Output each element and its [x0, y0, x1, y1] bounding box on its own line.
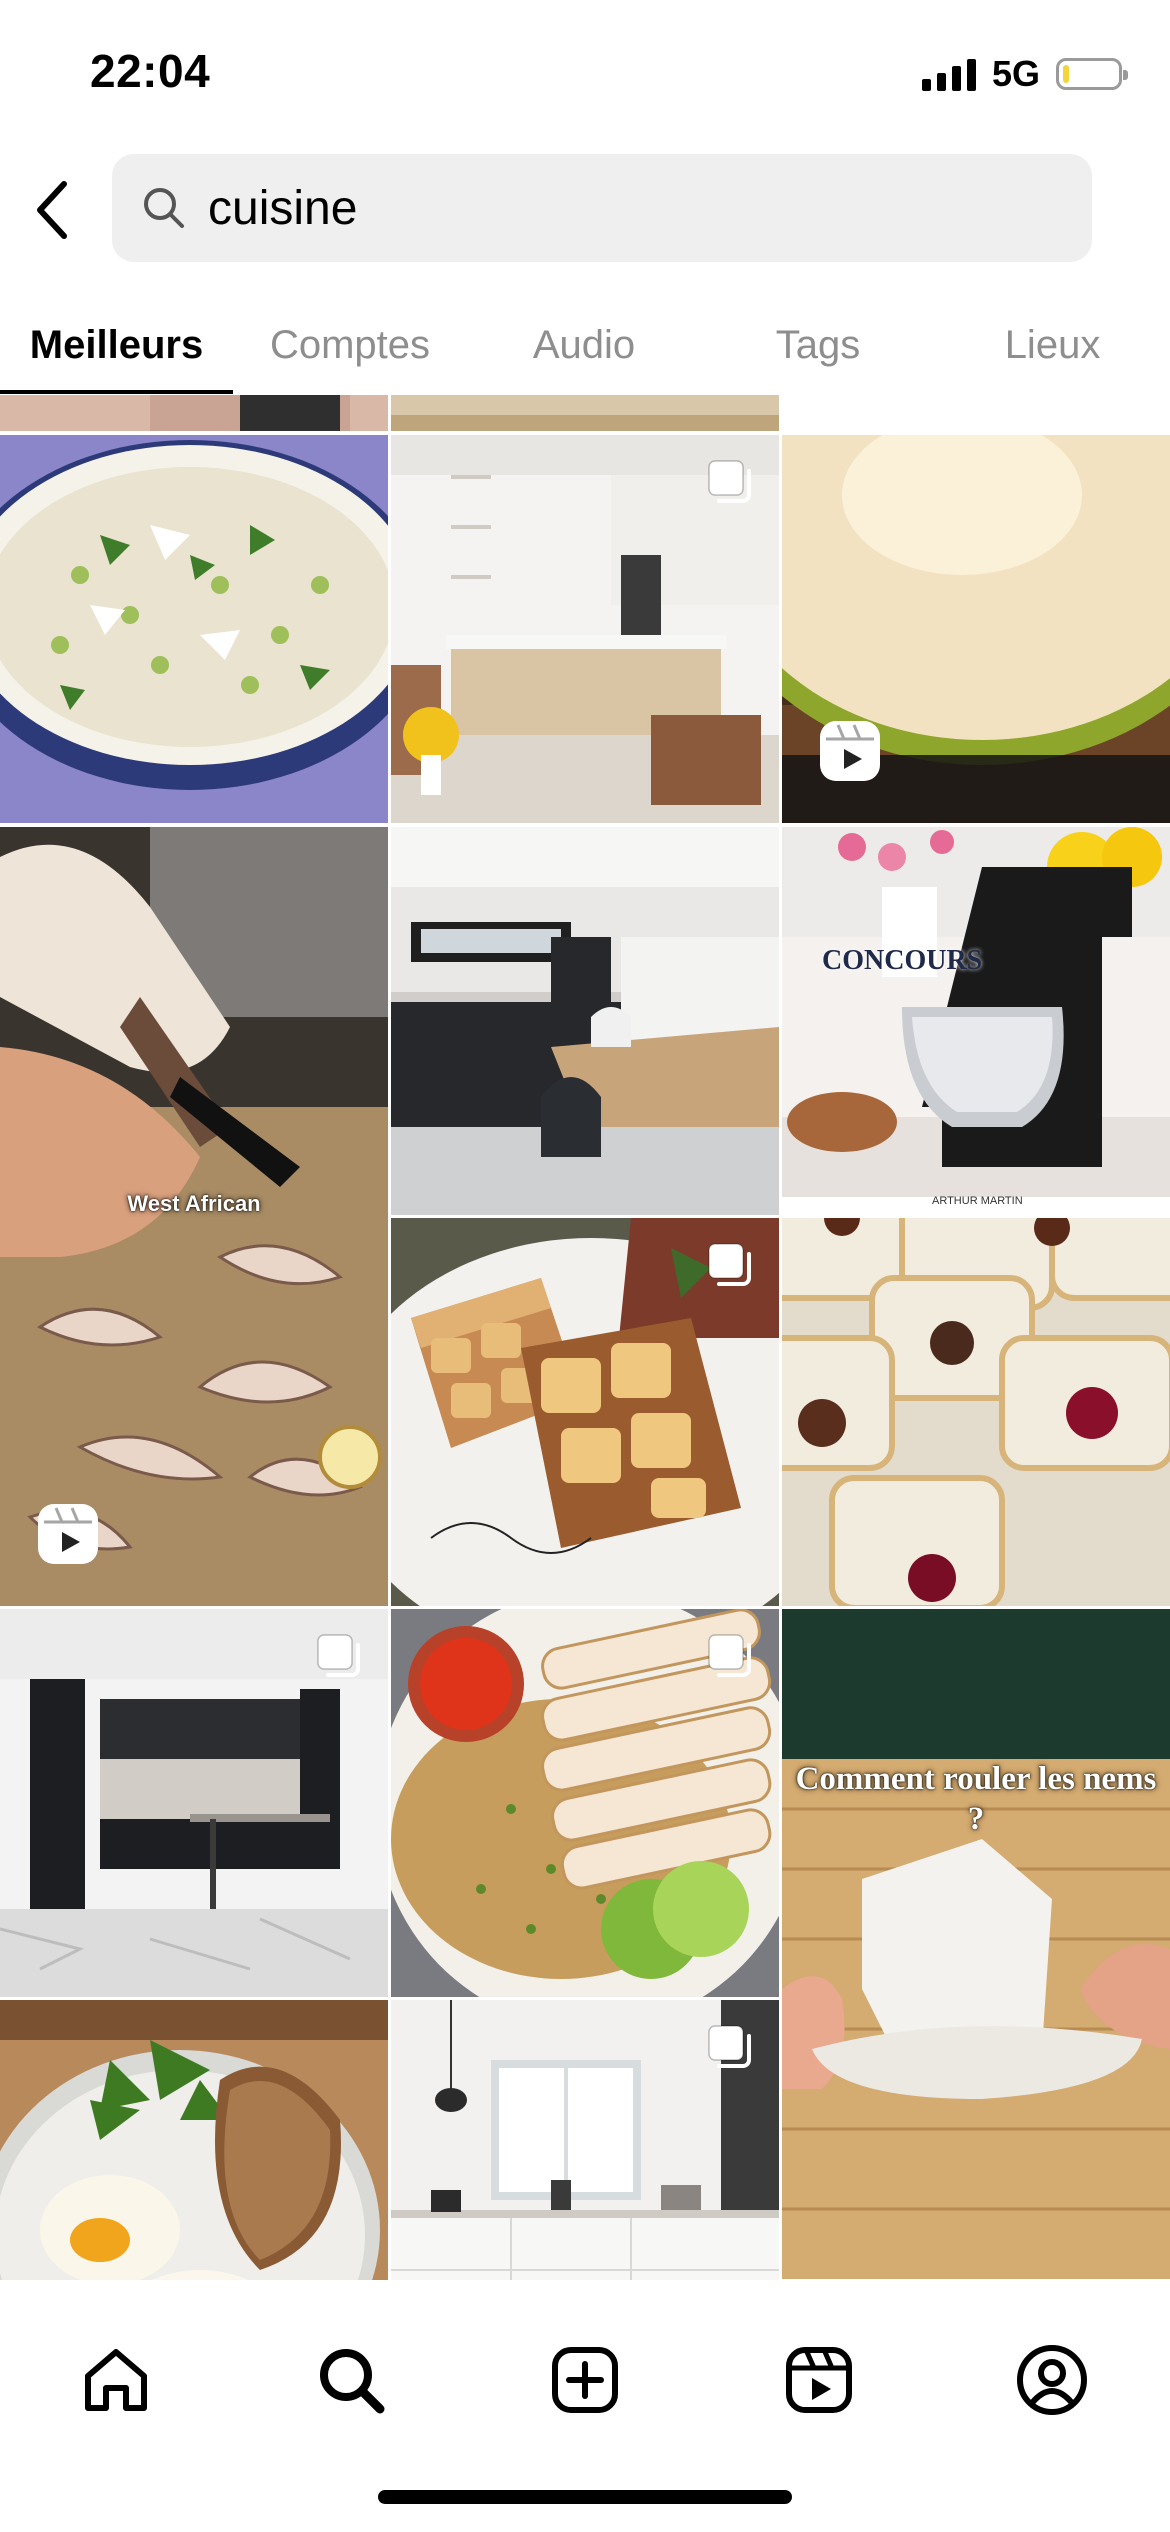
- nav-reels[interactable]: [779, 2340, 859, 2420]
- carousel-icon: [317, 1634, 360, 1677]
- search-bar[interactable]: [112, 154, 1092, 262]
- search-header: [0, 150, 1170, 268]
- home-icon: [85, 2349, 147, 2411]
- grid-post[interactable]: [391, 435, 779, 823]
- tab-comptes[interactable]: Comptes: [233, 295, 467, 395]
- grid-post[interactable]: [391, 827, 779, 1215]
- post-image: [0, 435, 388, 823]
- grid-post[interactable]: [0, 2000, 388, 2280]
- post-image: [0, 395, 388, 431]
- home-indicator: [378, 2490, 792, 2504]
- reel-caption: West African: [127, 1191, 261, 1216]
- plus-square-icon: [552, 2347, 618, 2413]
- nav-search[interactable]: [311, 2340, 391, 2420]
- reel-icon: [38, 1504, 98, 1564]
- post-image: [391, 827, 779, 1215]
- explore-grid: West African CONCOURS ARTHUR MARTIN Comm…: [0, 395, 1170, 2280]
- tab-lieux[interactable]: Lieux: [935, 295, 1170, 395]
- status-bar: 22:04 5G: [0, 0, 1170, 150]
- carousel-icon: [708, 2025, 751, 2068]
- battery-icon: [1056, 58, 1128, 90]
- grid-post-tall[interactable]: Comment rouler les nems ?: [782, 1609, 1170, 2279]
- tab-tags[interactable]: Tags: [701, 295, 935, 395]
- post-image: [782, 827, 1170, 1215]
- status-time: 22:04: [90, 45, 211, 97]
- search-tabs: Meilleurs Comptes Audio Tags Lieux: [0, 295, 1170, 395]
- nav-profile[interactable]: [1012, 2340, 1092, 2420]
- carousel-icon: [708, 1243, 751, 1286]
- grid-post[interactable]: [782, 435, 1170, 823]
- chevron-left-icon: [37, 181, 67, 239]
- carousel-icon: [708, 1634, 751, 1677]
- reel-icon: [820, 721, 880, 781]
- magnifier-icon: [144, 188, 184, 228]
- grid-post-partial[interactable]: [0, 395, 388, 431]
- post-image: [0, 2000, 388, 2280]
- search-input[interactable]: [208, 154, 1068, 262]
- back-button[interactable]: [22, 170, 82, 250]
- search-icon: [320, 2349, 385, 2414]
- post-image: [782, 1609, 1170, 2279]
- post-image: [782, 1218, 1170, 1606]
- brand-label: ARTHUR MARTIN: [932, 1195, 1023, 1207]
- network-label: 5G: [991, 53, 1040, 94]
- battery-level: [1063, 65, 1069, 83]
- post-image: [391, 395, 779, 431]
- tab-audio[interactable]: Audio: [467, 295, 701, 395]
- active-tab-indicator: [0, 390, 233, 394]
- profile-icon: [1017, 2345, 1087, 2415]
- nav-create[interactable]: [545, 2340, 625, 2420]
- bottom-navigation: [0, 2280, 1170, 2532]
- carousel-icon: [708, 460, 751, 503]
- signal-icon: [921, 57, 976, 91]
- grid-post-partial[interactable]: [391, 395, 779, 431]
- grid-post[interactable]: [782, 1218, 1170, 1606]
- nav-home[interactable]: [76, 2340, 156, 2420]
- post-caption: Comment rouler les nems ?: [795, 1761, 1157, 1837]
- grid-post[interactable]: [0, 435, 388, 823]
- grid-post[interactable]: [391, 1609, 779, 1997]
- tab-meilleurs[interactable]: Meilleurs: [0, 295, 233, 395]
- grid-post[interactable]: [0, 1609, 388, 1997]
- status-indicators: 5G: [921, 52, 1128, 96]
- post-caption: CONCOURS: [822, 945, 983, 976]
- grid-post[interactable]: [391, 2000, 779, 2280]
- grid-post[interactable]: CONCOURS ARTHUR MARTIN: [782, 827, 1170, 1215]
- grid-post[interactable]: [391, 1218, 779, 1606]
- reels-icon: [786, 2347, 852, 2413]
- grid-post-tall[interactable]: West African: [0, 827, 388, 1606]
